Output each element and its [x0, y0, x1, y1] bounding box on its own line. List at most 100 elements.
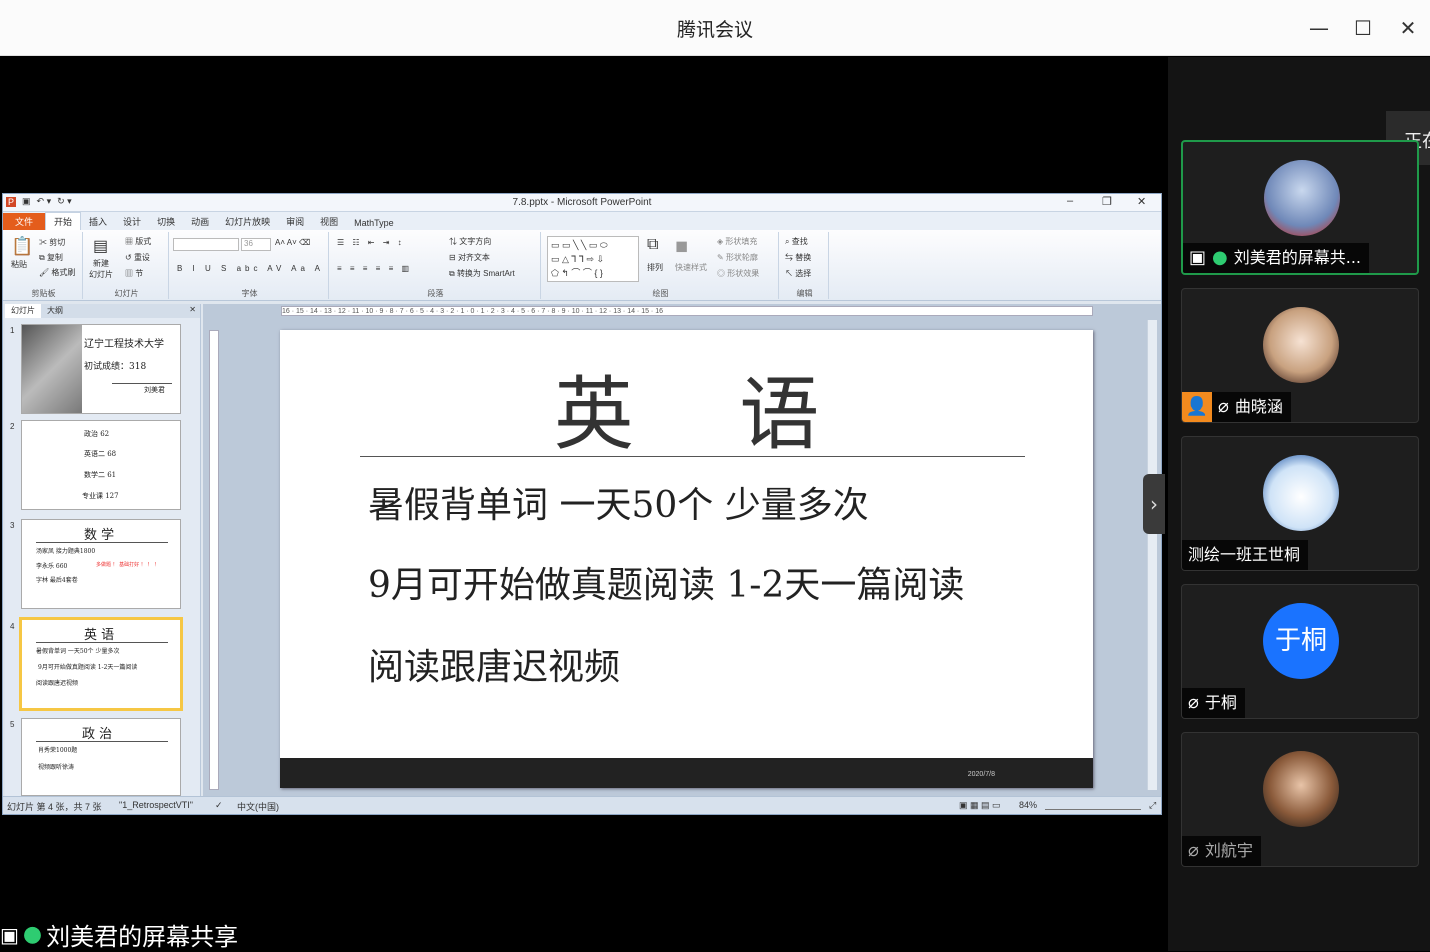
slide-body-line: 阅读跟唐迟视频	[368, 647, 621, 688]
font-style-buttons[interactable]: B I U S abc AV Aa A	[177, 264, 324, 273]
participant-tile[interactable]: 测绘一班王世桐	[1181, 436, 1419, 571]
slide-divider	[360, 456, 1025, 457]
select-button[interactable]: ↖ 选择	[785, 268, 811, 279]
slide-thumbnail-1[interactable]: 辽宁工程技术大学 初试成绩：318 刘美君	[21, 324, 181, 414]
font-size-select[interactable]: 36	[241, 238, 271, 251]
group-label-font: 字体	[241, 289, 258, 298]
format-painter-button[interactable]: 🖌 格式刷	[39, 267, 75, 278]
participant-tile[interactable]: ▣ ● 刘美君的屏幕共...	[1181, 140, 1419, 275]
new-slide-icon[interactable]: ▤	[93, 236, 108, 256]
tab-animations[interactable]: 动画	[183, 213, 217, 230]
arrange-button[interactable]: 排列	[647, 262, 663, 273]
editor-scrollbar[interactable]	[1147, 320, 1157, 790]
tab-review[interactable]: 审阅	[278, 213, 312, 230]
tab-slides[interactable]: 幻灯片	[5, 304, 41, 318]
current-slide[interactable]: 英 语 暑假背单词 一天50个 少量多次 9月可开始做真题阅读 1-2天一篇阅读…	[280, 330, 1093, 788]
align-text-button[interactable]: ⊟ 对齐文本	[449, 252, 490, 263]
powerpoint-window: P ▣ ↶ ▾ ↻ ▾ 7.8.pptx - Microsoft PowerPo…	[2, 193, 1162, 815]
paste-icon[interactable]: 📋	[11, 236, 33, 257]
tab-insert[interactable]: 插入	[81, 213, 115, 230]
collapse-sidebar-button[interactable]: ›	[1143, 474, 1165, 534]
tab-view[interactable]: 视图	[312, 213, 346, 230]
tab-file[interactable]: 文件	[3, 213, 46, 230]
maximize-icon[interactable]: ☐	[1349, 14, 1377, 42]
view-buttons[interactable]: ▣ ▦ ▤ ▭	[959, 800, 1001, 811]
language: 中文(中国)	[237, 802, 279, 812]
ppt-window-title: 7.8.pptx - Microsoft PowerPoint	[512, 197, 652, 208]
tab-transitions[interactable]: 切换	[149, 213, 183, 230]
participant-name: 测绘一班王世桐	[1188, 545, 1301, 564]
quick-styles-button[interactable]: 快速样式	[675, 262, 707, 273]
close-icon[interactable]: ✕	[1394, 14, 1422, 42]
mic-on-icon: ●	[1212, 247, 1228, 268]
tab-outline[interactable]: 大纲	[41, 304, 69, 318]
screen-share-label: ▣ ● 刘美君的屏幕共享	[0, 918, 238, 951]
participant-avatar: 于桐	[1263, 603, 1339, 679]
shape-outline-button[interactable]: ✎ 形状轮廓	[717, 252, 758, 263]
group-slides: ▤ 新建 幻灯片 ▦ 版式 ↺ 重设 ▥ 节 幻灯片	[85, 232, 169, 299]
replace-button[interactable]: ⇆ 替换	[785, 252, 811, 263]
mic-muted-icon: ⌀	[1188, 840, 1199, 861]
spellcheck-icon[interactable]: ✓	[215, 800, 223, 811]
screen-share-icon: ▣	[1189, 247, 1207, 268]
list-buttons[interactable]: ☰ ☷ ⇤ ⇥ ↕	[337, 238, 405, 247]
group-drawing: ▭ ▭ ╲ ╲ ▭ ⬭ ▭ △ ⅂ ⅂ ⇨ ⇩ ⬠ ↰ ⌒ ⌒ { } ⧉ 排列 ◼…	[543, 232, 779, 299]
window-title: 腾讯会议	[676, 19, 753, 41]
mic-muted-icon: ⌀	[1218, 396, 1229, 417]
smartart-button[interactable]: ⧉ 转换为 SmartArt	[449, 268, 515, 279]
mic-on-icon: ●	[22, 922, 43, 947]
text-direction-button[interactable]: ⇅ 文字方向	[449, 236, 491, 247]
ppt-statusbar: 幻灯片 第 4 张，共 7 张 "1_RetrospectVTI" ✓ 中文(中…	[3, 796, 1161, 814]
layout-button[interactable]: ▦ 版式	[125, 236, 151, 247]
panel-close-icon[interactable]: ✕	[183, 304, 200, 318]
ppt-close-icon[interactable]: ✕	[1137, 195, 1146, 208]
thumb-text: 辽宁工程技术大学	[84, 339, 164, 350]
minimize-icon[interactable]: —	[1305, 14, 1333, 42]
ppt-minimize-icon[interactable]: –	[1067, 195, 1073, 207]
tab-home[interactable]: 开始	[45, 212, 82, 230]
quick-styles-icon[interactable]: ◼	[675, 236, 688, 256]
tab-design[interactable]: 设计	[115, 213, 149, 230]
participant-tile[interactable]: 于桐 ⌀ 于桐	[1181, 584, 1419, 719]
shapes-gallery[interactable]: ▭ ▭ ╲ ╲ ▭ ⬭ ▭ △ ⅂ ⅂ ⇨ ⇩ ⬠ ↰ ⌒ ⌒ { }	[547, 236, 639, 282]
participant-label: 测绘一班王世桐	[1182, 540, 1309, 570]
new-slide-button[interactable]: 新建	[93, 258, 109, 269]
slide-thumbnail-5[interactable]: 政 治 肖秀荣1000题 视频跟听徐涛	[21, 718, 181, 796]
section-button[interactable]: ▥ 节	[125, 268, 143, 279]
zoom-slider[interactable]	[1045, 800, 1141, 810]
grow-font-icon[interactable]: A˄ A˅ ⌫	[275, 238, 310, 247]
slide-thumbnail-3[interactable]: 数 学 汤家凤 接力题典1800 李永乐 660 多做题 ！ 基础打好 ！ ！ …	[21, 519, 181, 609]
thumb-text: 阅读跟唐迟视频	[36, 680, 79, 687]
shape-effect-button[interactable]: ◎ 形状效果	[717, 268, 759, 279]
slide-editor: 16 · 15 · 14 · 13 · 12 · 11 · 10 · 9 · 8…	[203, 304, 1161, 796]
app-titlebar: 腾讯会议 — ☐ ✕	[0, 0, 1430, 56]
copy-button[interactable]: ⧉ 复制	[39, 252, 63, 263]
tab-slideshow[interactable]: 幻灯片放映	[217, 213, 278, 230]
tab-mathtype[interactable]: MathType	[346, 216, 402, 230]
fit-window-icon[interactable]: ⤢	[1149, 800, 1156, 811]
font-name-select[interactable]	[173, 238, 239, 251]
reset-button[interactable]: ↺ 重设	[125, 252, 150, 263]
participant-tile[interactable]: ⌀ 刘航宇	[1181, 732, 1419, 867]
align-buttons[interactable]: ≡ ≡ ≡ ≡ ≡ ▥	[337, 264, 412, 273]
group-label-paragraph: 段落	[427, 289, 444, 298]
slide-thumbnail-2[interactable]: 政治 62 英语二 68 数学二 61 专业课 127	[21, 420, 181, 510]
horizontal-ruler: 16 · 15 · 14 · 13 · 12 · 11 · 10 · 9 · 8…	[281, 306, 1093, 316]
slide-body-line: 9月可开始做真题阅读 1-2天一篇阅读	[368, 565, 965, 606]
participant-tile[interactable]: 👤 ⌀ 曲晓涵	[1181, 288, 1419, 423]
slide-thumbnail-4[interactable]: 英 语 暑假背单词 一天50个 少量多次 9月可开始做真题阅读 1-2天一篇阅读…	[19, 617, 183, 711]
thumb-text: 英语二 68	[84, 450, 117, 458]
find-button[interactable]: ⌕ 查找	[785, 236, 808, 247]
thumb-title: 数 学	[84, 528, 115, 543]
host-icon: 👤	[1182, 392, 1212, 422]
shape-fill-button[interactable]: ◈ 形状填充	[717, 236, 757, 247]
ppt-restore-icon[interactable]: ❐	[1102, 195, 1112, 208]
arrange-icon[interactable]: ⧉	[647, 236, 658, 254]
vertical-ruler	[209, 330, 219, 790]
thumb-text: 政治 62	[84, 430, 110, 438]
paste-button[interactable]: 粘贴	[11, 259, 27, 270]
slide-title: 英 语	[553, 368, 860, 461]
cut-button[interactable]: ✂ 剪切	[39, 237, 65, 248]
mic-muted-icon: ⌀	[1188, 692, 1199, 713]
participant-avatar	[1263, 751, 1339, 827]
